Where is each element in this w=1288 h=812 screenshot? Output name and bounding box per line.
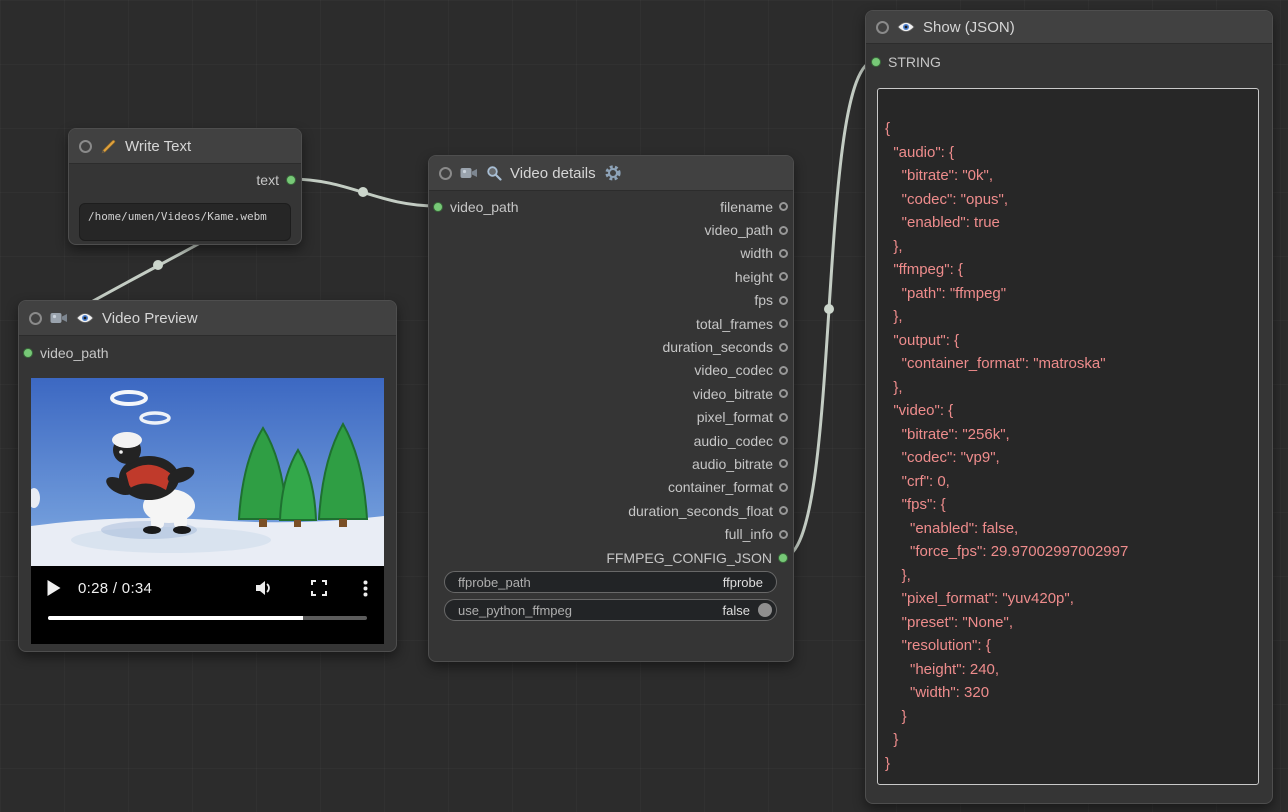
output-port-duration-seconds-float[interactable]: duration_seconds_float [429,499,793,522]
videocam-icon [460,166,478,180]
use-python-ffmpeg-toggle[interactable]: use_python_ffmpeg false [444,599,777,621]
pencil-icon [100,138,117,155]
node-write-text[interactable]: Write Text text /home/umen/Videos/Kame.w… [68,128,302,245]
output-dot[interactable] [779,272,788,281]
output-port-full-info[interactable]: full_info [429,522,793,545]
output-dot[interactable] [779,389,788,398]
collapse-toggle[interactable] [876,21,889,34]
more-options-icon[interactable] [363,580,368,597]
output-dot[interactable] [779,530,788,539]
text-input-widget[interactable]: /home/umen/Videos/Kame.webm [79,203,291,241]
collapse-toggle[interactable] [439,167,452,180]
output-port-audio-codec[interactable]: audio_codec [429,429,793,452]
json-output-textarea[interactable]: { "audio": { "bitrate": "0k", "codec": "… [877,88,1259,785]
node-show-json[interactable]: Show (JSON) STRING { "audio": { "bitrate… [865,10,1273,804]
link-midpoint-dot [824,304,834,314]
toggle-knob[interactable] [758,603,772,617]
output-port-height[interactable]: height [429,265,793,288]
output-dot-text[interactable] [286,175,296,185]
time-display: 0:28 / 0:34 [78,580,152,597]
play-button[interactable] [47,580,61,596]
seek-bar-fill [48,616,303,620]
eye-icon [76,312,94,324]
output-dot[interactable] [778,553,788,563]
output-list: filename video_path width height fps tot… [429,195,793,569]
input-dot-video-path[interactable] [23,348,33,358]
output-dot[interactable] [779,459,788,468]
input-dot-string[interactable] [871,57,881,67]
collapse-toggle[interactable] [29,312,42,325]
port-label: STRING [888,54,941,70]
output-dot[interactable] [779,506,788,515]
node-video-details[interactable]: Video details video_path filename video_… [428,155,794,662]
node-header: Video Preview [19,301,396,336]
output-dot[interactable] [779,343,788,352]
output-port-video-codec[interactable]: video_codec [429,359,793,382]
seek-bar[interactable] [48,616,367,620]
output-port-width[interactable]: width [429,242,793,265]
node-header: Show (JSON) [866,11,1272,44]
node-title: Video Preview [102,310,198,327]
output-port-total-frames[interactable]: total_frames [429,312,793,335]
output-port-ffmpeg-config-json[interactable]: FFMPEG_CONFIG_JSON [429,546,793,569]
node-header: Write Text [69,129,301,164]
output-dot[interactable] [779,413,788,422]
output-dot[interactable] [779,226,788,235]
link-midpoint-dot [153,260,163,270]
video-controls: 0:28 / 0:34 [31,566,384,644]
output-port-container-format[interactable]: container_format [429,476,793,499]
node-video-preview[interactable]: Video Preview video_path [18,300,397,652]
output-port-duration-seconds[interactable]: duration_seconds [429,335,793,358]
output-dot[interactable] [779,436,788,445]
json-content: { "audio": { "bitrate": "0k", "codec": "… [878,89,1258,783]
output-dot[interactable] [779,366,788,375]
node-title: Write Text [125,138,191,155]
ffprobe-path-widget[interactable]: ffprobe_path ffprobe [444,571,777,593]
videocam-icon [50,311,68,325]
input-port-video-path[interactable]: video_path [23,341,109,365]
input-port-string[interactable]: STRING [871,50,941,74]
port-label: video_path [40,345,109,361]
node-canvas[interactable]: Write Text text /home/umen/Videos/Kame.w… [0,0,1288,812]
output-port-video-bitrate[interactable]: video_bitrate [429,382,793,405]
output-dot[interactable] [779,202,788,211]
output-dot[interactable] [779,296,788,305]
output-port-fps[interactable]: fps [429,289,793,312]
node-title: Show (JSON) [923,19,1015,36]
fullscreen-icon[interactable] [311,580,327,596]
output-port-video-path[interactable]: video_path [429,218,793,241]
eye-icon [897,21,915,33]
port-label: text [256,172,279,188]
gear-icon [604,164,622,182]
video-player[interactable]: 0:28 / 0:34 [31,378,384,644]
link-midpoint-dot [358,187,368,197]
output-dot[interactable] [779,483,788,492]
volume-icon[interactable] [255,580,275,596]
node-title: Video details [510,165,596,182]
magnifier-icon [486,165,502,181]
collapse-toggle[interactable] [79,140,92,153]
output-port-filename[interactable]: filename [429,195,793,218]
output-dot[interactable] [779,249,788,258]
output-port-audio-bitrate[interactable]: audio_bitrate [429,452,793,475]
output-port-text[interactable]: text [256,168,296,192]
video-frame [31,378,384,566]
output-port-pixel-format[interactable]: pixel_format [429,406,793,429]
node-header: Video details [429,156,793,191]
video-still-cartoon [31,378,384,566]
output-dot[interactable] [779,319,788,328]
